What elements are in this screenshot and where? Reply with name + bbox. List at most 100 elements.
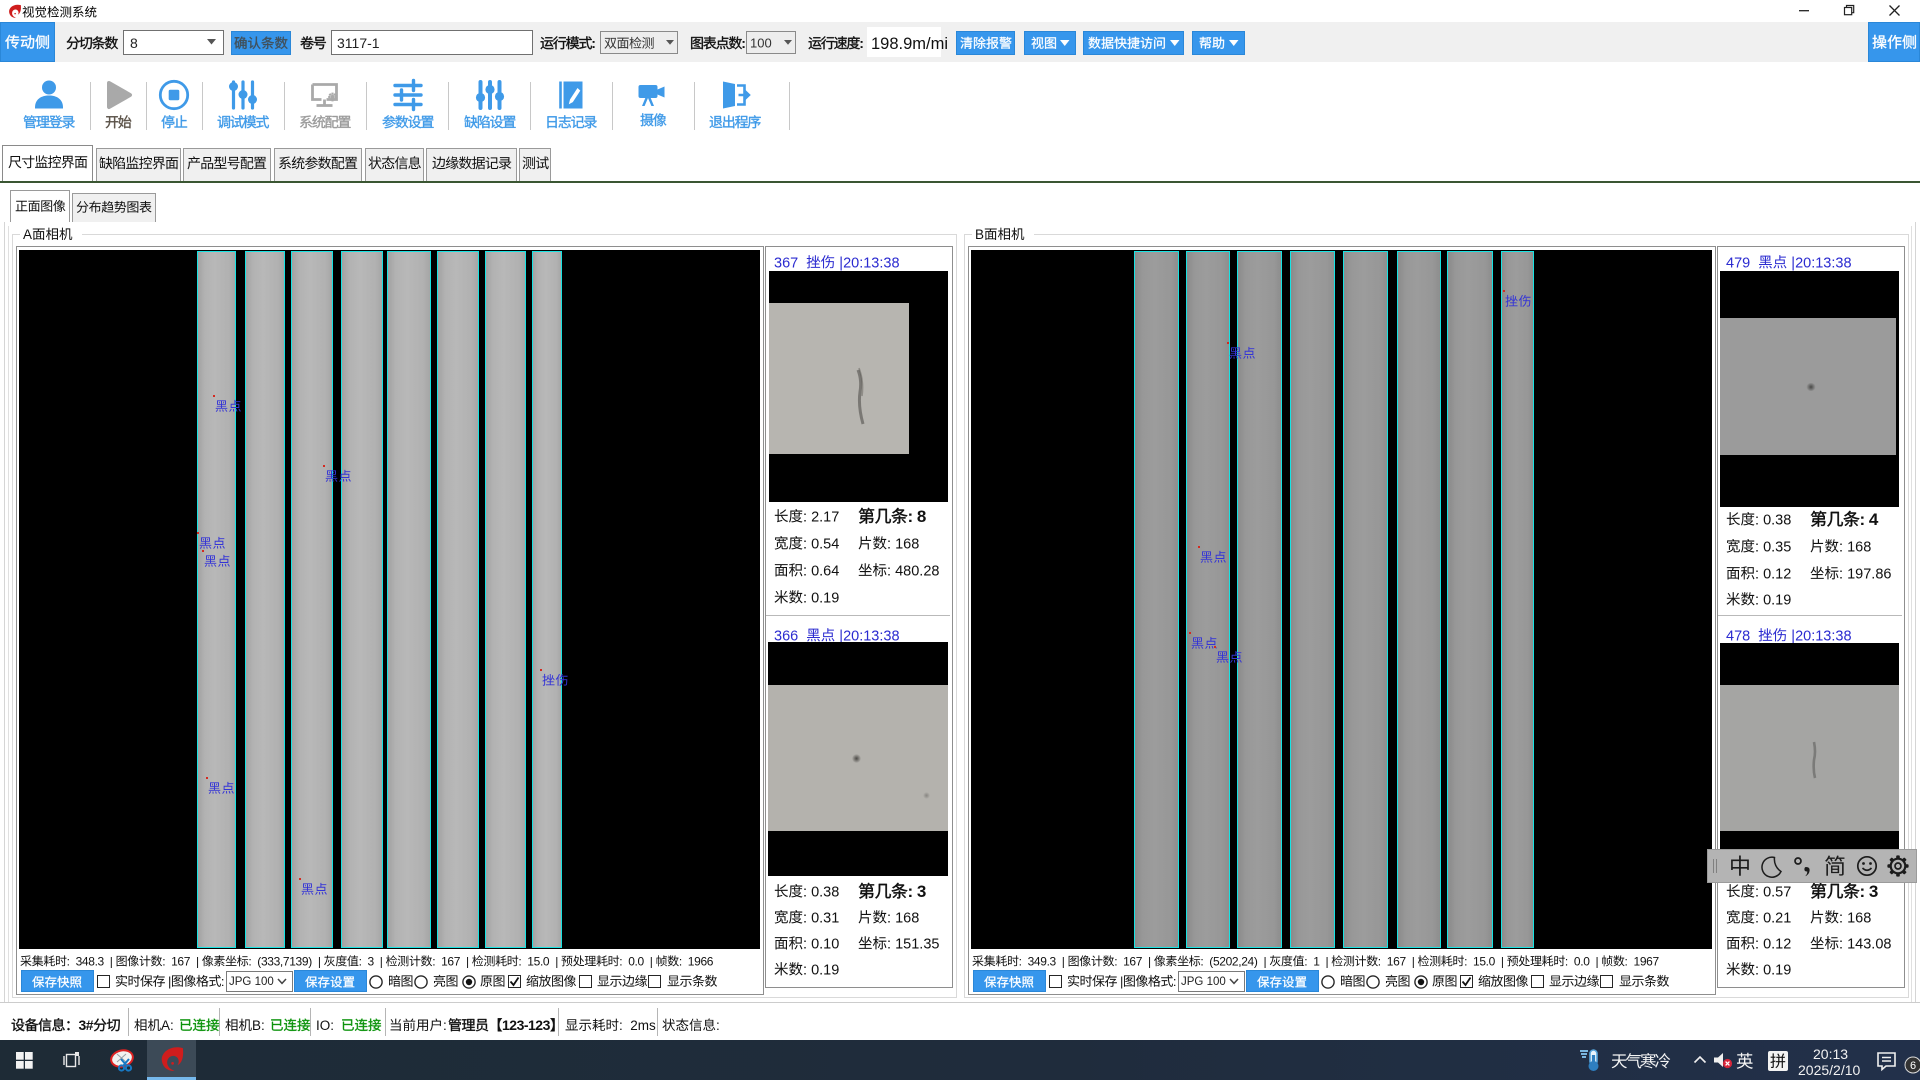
svg-text:JPG: JPG <box>229 976 251 988</box>
svg-text::: : <box>908 507 913 526</box>
svg-text:0.12: 0.12 <box>1763 566 1791 582</box>
svg-text:0.10: 0.10 <box>811 936 839 952</box>
svg-text:0.35: 0.35 <box>1763 539 1791 555</box>
svg-text:20:13: 20:13 <box>1813 1046 1848 1062</box>
svg-text:|: | <box>1501 954 1504 968</box>
svg-text:4: 4 <box>1869 510 1879 529</box>
svg-text:|: | <box>168 974 171 989</box>
svg-text:348.3: 348.3 <box>76 954 105 968</box>
svg-text:|: | <box>380 954 383 968</box>
svg-text::: : <box>803 536 807 552</box>
svg-text::: : <box>248 954 251 968</box>
svg-text:0.21: 0.21 <box>1763 910 1791 926</box>
svg-text::: : <box>887 536 891 552</box>
svg-text::: : <box>1839 566 1843 582</box>
svg-text::: : <box>1565 954 1568 968</box>
svg-text:0.57: 0.57 <box>1763 884 1791 900</box>
svg-text:|: | <box>1412 954 1415 968</box>
svg-text::: : <box>1839 910 1843 926</box>
svg-text::: : <box>887 563 891 579</box>
svg-text:0.31: 0.31 <box>811 910 839 926</box>
svg-text:|: | <box>1148 954 1151 968</box>
svg-text::: : <box>803 962 807 978</box>
svg-text:479: 479 <box>1726 255 1750 271</box>
svg-text:167: 167 <box>1387 954 1407 968</box>
svg-text::: : <box>162 954 165 968</box>
svg-text::: : <box>1625 954 1628 968</box>
svg-text:480.28: 480.28 <box>895 563 939 579</box>
svg-text:|: | <box>196 954 199 968</box>
svg-text:|: | <box>1120 974 1123 989</box>
svg-text:|20:13:38: |20:13:38 <box>1791 628 1851 644</box>
svg-text:B:: B: <box>252 1018 265 1033</box>
svg-text:0.38: 0.38 <box>811 884 839 900</box>
svg-text::: : <box>443 1018 447 1033</box>
svg-text::: : <box>1755 566 1759 582</box>
svg-text:8: 8 <box>130 35 138 51</box>
svg-text:|: | <box>1264 954 1267 968</box>
svg-text:1966: 1966 <box>688 954 714 968</box>
svg-text::: : <box>1860 510 1865 529</box>
svg-text:167: 167 <box>441 954 461 968</box>
svg-text:100: 100 <box>750 35 772 50</box>
svg-text::: : <box>619 954 622 968</box>
svg-text:B: B <box>975 227 984 242</box>
svg-text:367: 367 <box>774 255 798 271</box>
svg-text:|20:13:38: |20:13:38 <box>1791 255 1851 271</box>
svg-text:|: | <box>466 954 469 968</box>
svg-text::: : <box>1464 954 1467 968</box>
svg-text::: : <box>1755 962 1759 978</box>
svg-text:|: | <box>318 954 321 968</box>
svg-text:|: | <box>1596 954 1599 968</box>
svg-text::: : <box>1019 954 1022 968</box>
svg-text::: : <box>887 910 891 926</box>
svg-text::: : <box>619 1018 623 1033</box>
svg-text:0.19: 0.19 <box>811 590 839 606</box>
svg-text::: : <box>887 936 891 952</box>
svg-text::: : <box>67 954 70 968</box>
svg-text:168: 168 <box>1847 539 1871 555</box>
svg-text::: : <box>1755 884 1759 900</box>
svg-text:IO:: IO: <box>316 1018 334 1033</box>
svg-text:15.0: 15.0 <box>1473 954 1496 968</box>
svg-text::: : <box>1755 592 1759 608</box>
svg-text:1: 1 <box>1313 954 1320 968</box>
svg-text:0.38: 0.38 <box>1763 512 1791 528</box>
svg-text::: : <box>1860 882 1865 901</box>
svg-text:1967: 1967 <box>1634 954 1660 968</box>
svg-text:478: 478 <box>1726 628 1750 644</box>
svg-text::: : <box>1839 936 1843 952</box>
svg-text:168: 168 <box>895 910 919 926</box>
svg-text:3#: 3# <box>79 1017 94 1033</box>
svg-text:15.0: 15.0 <box>527 954 550 968</box>
svg-text:2ms: 2ms <box>630 1018 656 1033</box>
svg-text:3: 3 <box>917 882 926 901</box>
svg-text:|: | <box>110 954 113 968</box>
svg-text::: : <box>1172 974 1175 989</box>
svg-text:197.86: 197.86 <box>1847 566 1891 582</box>
svg-text:349.3: 349.3 <box>1028 954 1057 968</box>
svg-text:168: 168 <box>895 536 919 552</box>
svg-text:0.0: 0.0 <box>1574 954 1590 968</box>
svg-text::: : <box>220 974 223 989</box>
svg-text::: : <box>1839 539 1843 555</box>
svg-text:2.17: 2.17 <box>811 509 839 525</box>
svg-text:0.19: 0.19 <box>811 962 839 978</box>
svg-text::: : <box>591 35 595 51</box>
svg-text:0.19: 0.19 <box>1763 592 1791 608</box>
svg-text:0.19: 0.19 <box>1763 962 1791 978</box>
svg-text::: : <box>803 910 807 926</box>
svg-text::: : <box>908 882 913 901</box>
svg-text::: : <box>803 563 807 579</box>
svg-text:198.9m/mi: 198.9m/mi <box>871 35 948 53</box>
svg-text::: : <box>741 35 745 51</box>
svg-text:JPG: JPG <box>1181 976 1203 988</box>
svg-text:123-123: 123-123 <box>502 1017 551 1033</box>
svg-text::: : <box>679 954 682 968</box>
svg-text:A:: A: <box>161 1018 174 1033</box>
svg-text:|: | <box>650 954 653 968</box>
svg-text:0.0: 0.0 <box>628 954 644 968</box>
svg-text:(333,7139): (333,7139) <box>257 954 312 968</box>
svg-text:143.08: 143.08 <box>1847 936 1891 952</box>
svg-text:(5202,24): (5202,24) <box>1209 954 1258 968</box>
